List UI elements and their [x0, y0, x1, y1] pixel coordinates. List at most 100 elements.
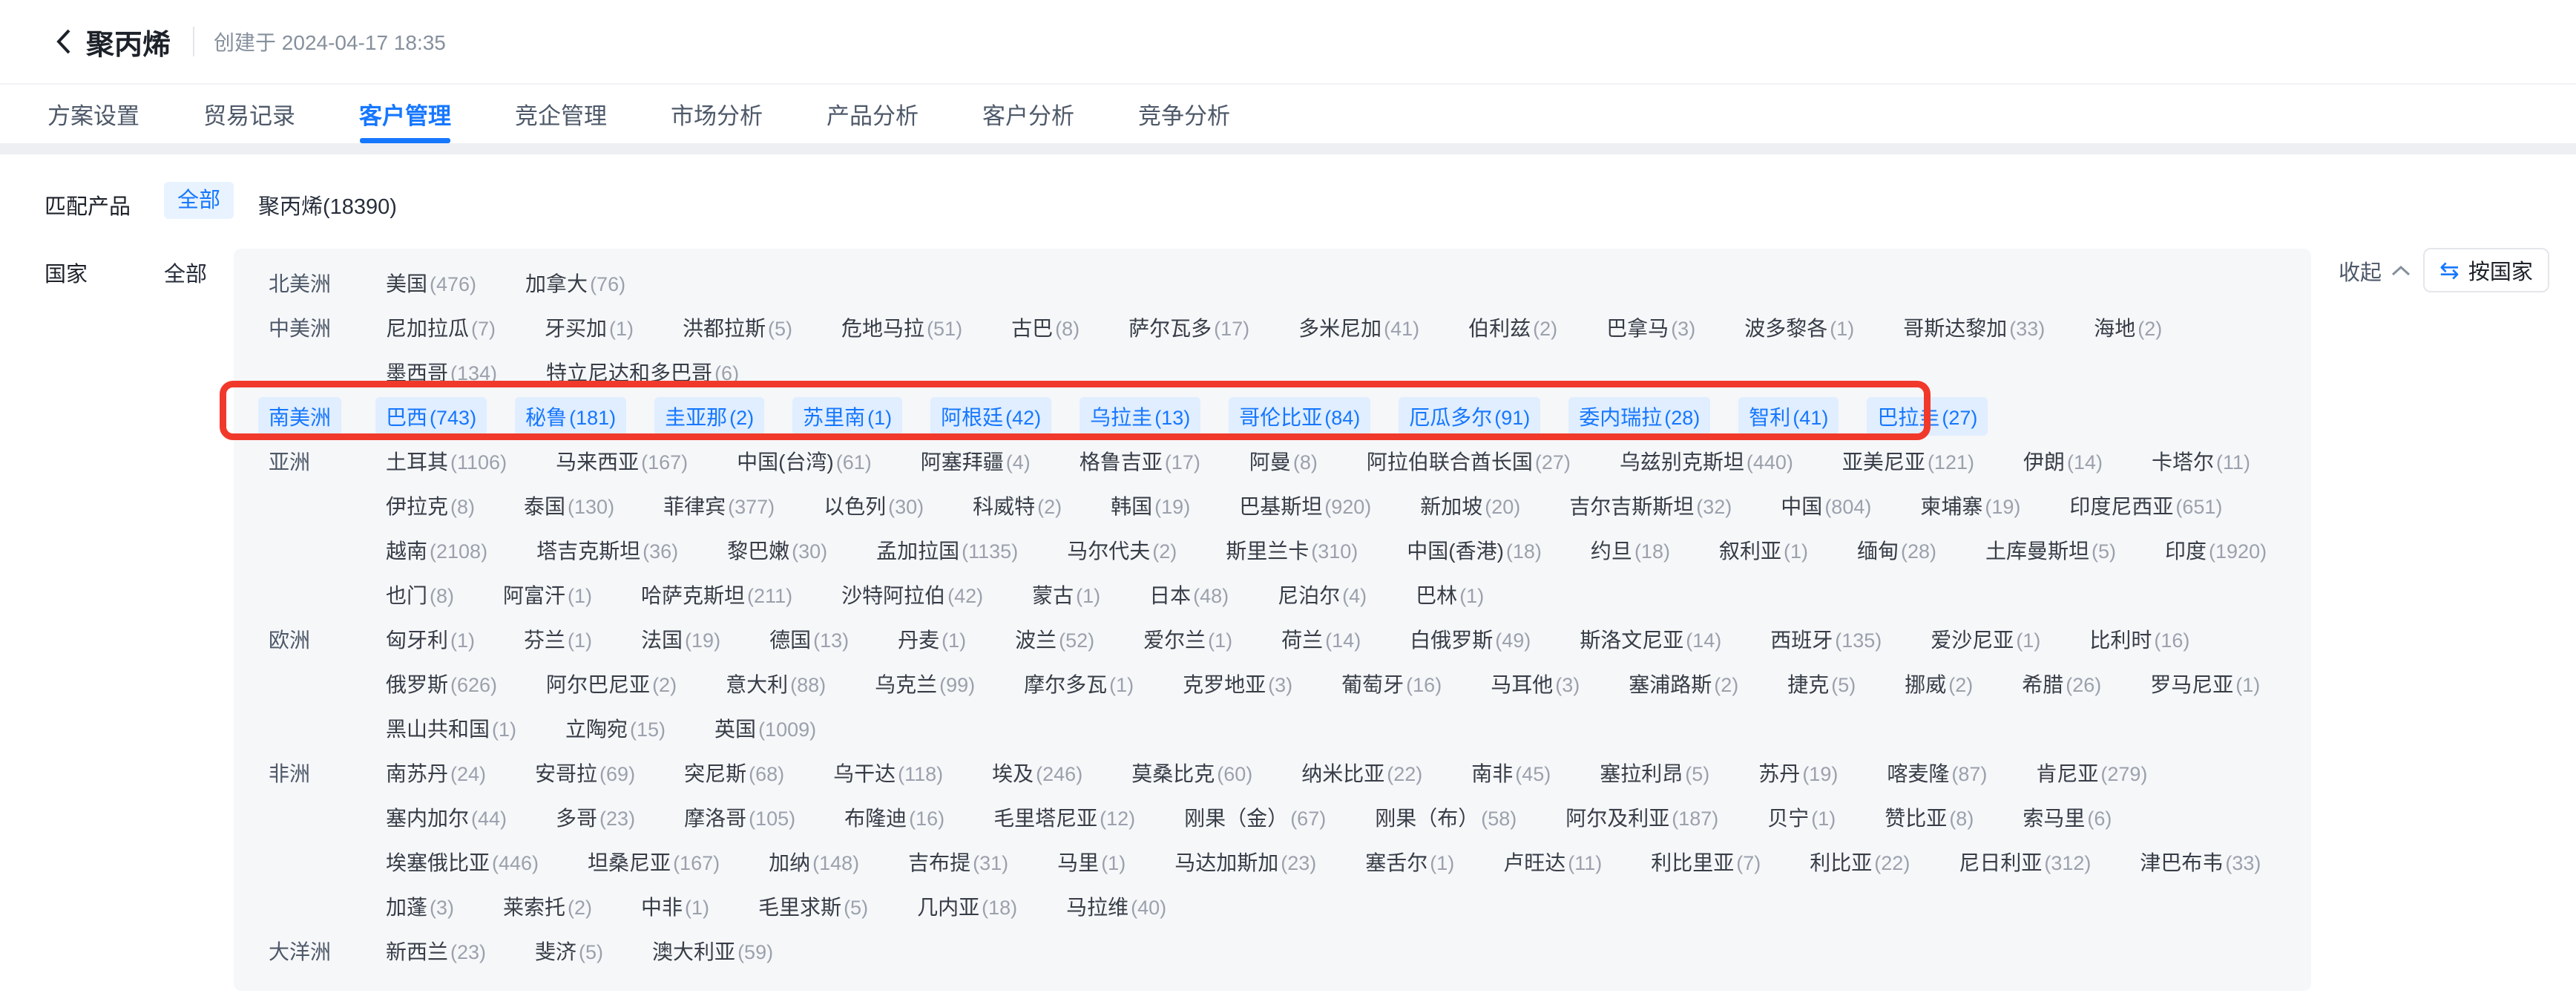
country-item[interactable]: 加纳(148)	[769, 847, 859, 877]
country-item[interactable]: 津巴布韦(33)	[2140, 847, 2261, 877]
country-item[interactable]: 新西兰(23)	[386, 936, 486, 966]
country-item[interactable]: 亚美尼亚(121)	[1842, 446, 1974, 476]
country-item[interactable]: 印度尼西亚(651)	[2069, 491, 2222, 520]
country-item[interactable]: 芬兰(1)	[524, 624, 592, 654]
matched-product-value[interactable]: 聚丙烯(18390)	[258, 189, 397, 220]
country-item[interactable]: 乌干达(118)	[833, 758, 943, 787]
country-item[interactable]: 以色列(30)	[824, 491, 924, 520]
country-item[interactable]: 安哥拉(69)	[535, 758, 635, 787]
country-item[interactable]: 阿拉伯联合酋长国(27)	[1367, 446, 1571, 476]
tab-competition-analysis[interactable]: 竞争分析	[1138, 85, 1230, 143]
country-item[interactable]: 巴拉圭(27)	[1867, 397, 1988, 436]
country-all-option[interactable]: 全部	[164, 257, 207, 288]
country-item[interactable]: 喀麦隆(87)	[1887, 758, 1987, 787]
continent-label-europe[interactable]: 欧洲	[269, 624, 386, 654]
country-item[interactable]: 塔吉克斯坦(36)	[536, 535, 678, 565]
country-item[interactable]: 约旦(18)	[1591, 535, 1670, 565]
country-item[interactable]: 智利(41)	[1738, 397, 1839, 436]
country-item[interactable]: 罗马尼亚(1)	[2150, 669, 2260, 698]
country-item[interactable]: 布隆迪(16)	[844, 802, 944, 832]
country-item[interactable]: 中国(台湾)(61)	[737, 446, 872, 476]
country-item[interactable]: 哥斯达黎加(33)	[1903, 312, 2045, 342]
country-item[interactable]: 厄瓜多尔(91)	[1399, 397, 1540, 436]
country-item[interactable]: 突尼斯(68)	[684, 758, 784, 787]
country-item[interactable]: 塞拉利昂(5)	[1600, 758, 1709, 787]
country-item[interactable]: 牙买加(1)	[545, 312, 634, 342]
country-item[interactable]: 哥伦比亚(84)	[1229, 397, 1370, 436]
country-item[interactable]: 刚果（布）(58)	[1375, 802, 1517, 832]
country-item[interactable]: 尼泊尔(4)	[1278, 580, 1367, 609]
country-item[interactable]: 多哥(23)	[556, 802, 635, 832]
country-item[interactable]: 泰国(130)	[524, 491, 614, 520]
country-item[interactable]: 尼加拉瓜(7)	[386, 312, 496, 342]
country-item[interactable]: 阿塞拜疆(4)	[921, 446, 1031, 476]
country-item[interactable]: 贝宁(1)	[1767, 802, 1836, 832]
country-item[interactable]: 立陶宛(15)	[565, 713, 666, 743]
country-item[interactable]: 土库曼斯坦(5)	[1985, 535, 2116, 565]
country-item[interactable]: 中国(香港)(18)	[1407, 535, 1542, 565]
country-item[interactable]: 斯里兰卡(310)	[1226, 535, 1358, 565]
tab-product-analysis[interactable]: 产品分析	[827, 85, 919, 143]
country-item[interactable]: 波多黎各(1)	[1744, 312, 1854, 342]
country-item[interactable]: 伊朗(14)	[2023, 446, 2103, 476]
country-item[interactable]: 塞内加尔(44)	[386, 802, 507, 832]
country-item[interactable]: 马达加斯加(23)	[1174, 847, 1316, 877]
country-item[interactable]: 墨西哥(134)	[386, 357, 497, 387]
tab-plan-settings[interactable]: 方案设置	[47, 85, 139, 143]
country-item[interactable]: 格鲁吉亚(17)	[1080, 446, 1200, 476]
country-item[interactable]: 西班牙(135)	[1770, 624, 1882, 654]
country-item[interactable]: 黑山共和国(1)	[386, 713, 516, 743]
country-item[interactable]: 意大利(88)	[726, 669, 826, 698]
country-item[interactable]: 也门(8)	[386, 580, 454, 609]
country-item[interactable]: 埃塞俄比亚(446)	[386, 847, 539, 877]
country-item[interactable]: 古巴(8)	[1011, 312, 1080, 342]
country-item[interactable]: 危地马拉(51)	[841, 312, 962, 342]
country-item[interactable]: 孟加拉国(1135)	[876, 535, 1018, 565]
country-item[interactable]: 新加坡(20)	[1420, 491, 1520, 520]
country-item[interactable]: 秘鲁(181)	[515, 397, 626, 436]
country-item[interactable]: 利比亚(22)	[1810, 847, 1910, 877]
tab-customer-management[interactable]: 客户管理	[359, 85, 451, 143]
country-item[interactable]: 几内亚(18)	[917, 891, 1017, 921]
country-item[interactable]: 乌拉圭(13)	[1080, 397, 1200, 436]
continent-label-central-america[interactable]: 中美洲	[269, 312, 386, 342]
country-item[interactable]: 马拉维(40)	[1066, 891, 1166, 921]
country-item[interactable]: 爱沙尼亚(1)	[1931, 624, 2040, 654]
country-item[interactable]: 摩洛哥(105)	[684, 802, 795, 832]
country-item[interactable]: 马来西亚(167)	[556, 446, 688, 476]
continent-label-oceania[interactable]: 大洋洲	[269, 936, 386, 966]
country-item[interactable]: 坦桑尼亚(167)	[588, 847, 720, 877]
country-item[interactable]: 阿富汗(1)	[503, 580, 592, 609]
country-item[interactable]: 沙特阿拉伯(42)	[841, 580, 983, 609]
country-item[interactable]: 俄罗斯(626)	[386, 669, 497, 698]
tab-market-analysis[interactable]: 市场分析	[671, 85, 763, 143]
country-item[interactable]: 澳大利亚(59)	[652, 936, 773, 966]
country-item[interactable]: 中国(804)	[1781, 491, 1871, 520]
country-item[interactable]: 匈牙利(1)	[386, 624, 475, 654]
country-item[interactable]: 克罗地亚(3)	[1183, 669, 1292, 698]
country-item[interactable]: 多米尼加(41)	[1298, 312, 1419, 342]
country-item[interactable]: 特立尼达和多巴哥(6)	[546, 357, 739, 387]
sort-by-country-button[interactable]: ⇆ 按国家	[2423, 248, 2549, 292]
country-item[interactable]: 美国(476)	[386, 268, 476, 298]
collapse-button[interactable]: 收起	[2339, 251, 2411, 291]
product-all-chip[interactable]: 全部	[164, 182, 234, 219]
country-item[interactable]: 土耳其(1106)	[386, 446, 507, 476]
country-item[interactable]: 纳米比亚(22)	[1301, 758, 1422, 787]
country-item[interactable]: 阿曼(8)	[1249, 446, 1318, 476]
country-item[interactable]: 斐济(5)	[535, 936, 603, 966]
country-item[interactable]: 巴林(1)	[1416, 580, 1484, 609]
country-item[interactable]: 毛里塔尼亚(12)	[993, 802, 1135, 832]
country-item[interactable]: 波兰(52)	[1015, 624, 1094, 654]
country-item[interactable]: 刚果（金）(67)	[1184, 802, 1326, 832]
country-item[interactable]: 中非(1)	[641, 891, 709, 921]
country-item[interactable]: 卢旺达(11)	[1503, 847, 1602, 877]
country-item[interactable]: 海地(2)	[2094, 312, 2162, 342]
country-item[interactable]: 伯利兹(2)	[1468, 312, 1557, 342]
continent-label-north-america[interactable]: 北美洲	[269, 268, 386, 298]
tab-competitor-management[interactable]: 竞企管理	[515, 85, 607, 143]
country-item[interactable]: 吉布提(31)	[908, 847, 1008, 877]
country-item[interactable]: 韩国(19)	[1111, 491, 1190, 520]
country-item[interactable]: 斯洛文尼亚(14)	[1580, 624, 1721, 654]
country-item[interactable]: 希腊(26)	[2022, 669, 2101, 698]
